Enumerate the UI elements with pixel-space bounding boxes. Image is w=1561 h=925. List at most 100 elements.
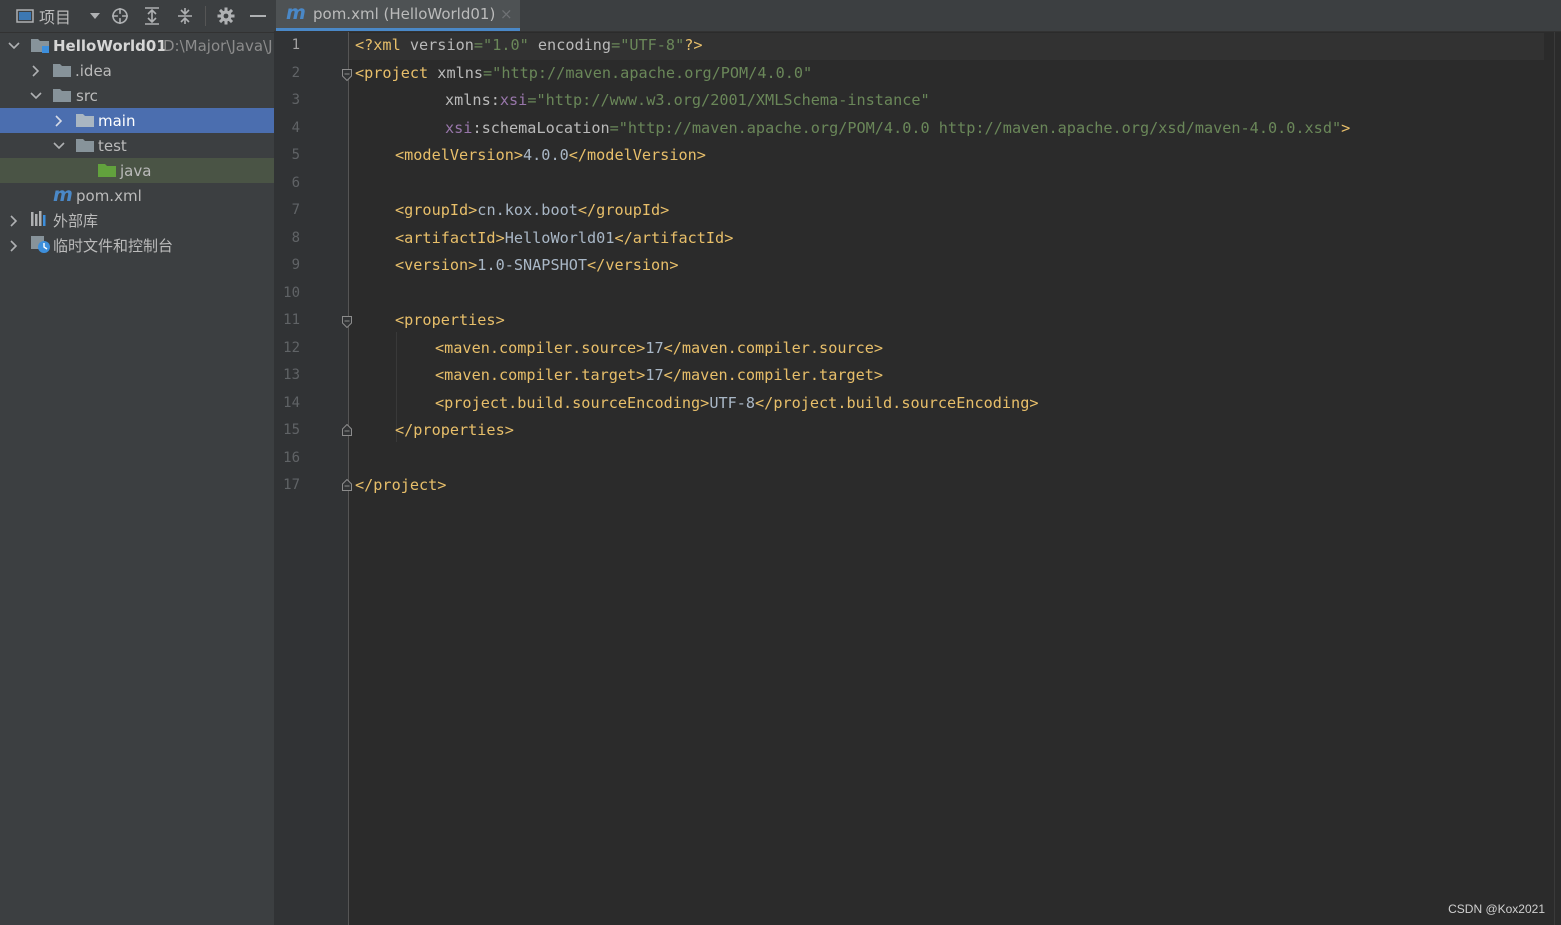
chevron-right-icon[interactable]	[8, 239, 20, 252]
gutter: 1 2 3 4 5 6 7 8 9 10 11 12 13 14 15 16 1…	[274, 32, 352, 925]
token: </version>	[587, 256, 679, 274]
tab-label: pom.xml (HelloWorld01)	[313, 5, 496, 23]
line-number: 1	[291, 37, 300, 53]
panel-title[interactable]: 项目	[39, 5, 71, 27]
fold-open-icon[interactable]	[342, 69, 352, 81]
token: </maven.compiler.source>	[663, 339, 884, 357]
token: 1.0-SNAPSHOT	[477, 256, 588, 274]
code-line-8: <artifactId>HelloWorld01</artifactId>	[395, 225, 733, 252]
token: "1.0"	[483, 36, 529, 54]
code-editor[interactable]: 1 2 3 4 5 6 7 8 9 10 11 12 13 14 15 16 1…	[274, 32, 1561, 925]
code-line-17: </project>	[355, 472, 446, 499]
folder-icon	[76, 137, 94, 153]
token: encoding	[528, 36, 612, 54]
tree-item-label: 临时文件和控制台	[53, 237, 174, 255]
tab-pom-xml[interactable]: m pom.xml (HelloWorld01) ×	[276, 0, 520, 31]
token: =	[483, 64, 493, 82]
project-view-icon[interactable]	[14, 5, 36, 27]
token: </maven.compiler.target>	[663, 366, 884, 384]
fold-end-icon[interactable]	[342, 424, 352, 436]
token: <groupId>	[395, 201, 478, 219]
vertical-scrollbar[interactable]	[1554, 32, 1555, 925]
code-line-13: <maven.compiler.target>17</maven.compile…	[435, 362, 883, 389]
token: <project.build.sourceEncoding>	[435, 394, 710, 412]
token: <version>	[395, 256, 478, 274]
tree-item-label: java	[120, 161, 152, 180]
tree-item-idea[interactable]: .idea	[0, 58, 274, 83]
locate-icon[interactable]	[110, 5, 130, 27]
chevron-right-icon[interactable]	[53, 114, 65, 127]
line-number: 8	[291, 230, 300, 246]
code-line-3: xmlns:xsi="http://www.w3.org/2001/XMLSch…	[445, 87, 930, 114]
dropdown-icon[interactable]	[87, 5, 103, 27]
module-folder-icon	[31, 37, 49, 53]
line-number: 11	[283, 312, 300, 328]
line-number: 15	[283, 422, 300, 438]
tree-item-project-root[interactable]: HelloWorld01 D:\Major\Java\J	[0, 33, 274, 58]
code-line-1: <?xml version="1.0" encoding="UTF-8"?>	[355, 32, 703, 59]
code-line-9: <version>1.0-SNAPSHOT</version>	[395, 252, 678, 279]
token: UTF-8	[709, 394, 756, 412]
token: >	[1341, 119, 1351, 137]
token: schemaLocation	[481, 119, 610, 137]
token: =	[609, 119, 619, 137]
token: <?xml	[355, 36, 410, 54]
token: <artifactId>	[395, 229, 505, 247]
chevron-right-icon[interactable]	[30, 64, 42, 77]
tree-item-label: test	[98, 136, 127, 155]
token: </properties>	[395, 421, 514, 439]
token: ?>	[684, 36, 703, 54]
code-line-5: <modelVersion>4.0.0</modelVersion>	[395, 142, 706, 169]
editor-tab-bar: m pom.xml (HelloWorld01) ×	[274, 0, 1561, 32]
tree-item-test[interactable]: test	[0, 133, 274, 158]
minimize-icon[interactable]	[249, 5, 267, 27]
token: version	[409, 36, 474, 54]
chevron-down-icon[interactable]	[8, 40, 20, 52]
tree-item-pom[interactable]: m pom.xml	[0, 183, 274, 208]
tree-item-java[interactable]: java	[0, 158, 274, 183]
chevron-right-icon[interactable]	[8, 214, 20, 227]
token: <properties>	[395, 311, 505, 329]
token: :	[472, 119, 482, 137]
svg-text:m: m	[53, 184, 73, 206]
tree-item-label: src	[76, 86, 98, 105]
line-number: 13	[283, 367, 300, 383]
tree-item-label: 外部库	[53, 212, 99, 230]
chevron-down-icon[interactable]	[30, 90, 42, 102]
collapse-all-icon[interactable]	[175, 5, 195, 27]
maven-icon: m	[286, 2, 306, 28]
tree-item-src[interactable]: src	[0, 83, 274, 108]
folder-icon	[53, 87, 71, 103]
token: xmlns	[437, 64, 484, 82]
tree-item-main[interactable]: main	[0, 108, 274, 133]
token: :	[490, 91, 500, 109]
token: </artifactId>	[614, 229, 734, 247]
tree-item-external-libraries[interactable]: 外部库	[0, 208, 274, 233]
token: =	[473, 36, 484, 54]
line-number: 5	[291, 147, 300, 163]
line-number: 14	[283, 395, 300, 411]
chevron-down-icon[interactable]	[53, 140, 65, 152]
watermark: CSDN @Kox2021	[1448, 902, 1545, 916]
tree-item-label: HelloWorld01	[53, 36, 167, 55]
token: "http://maven.apache.org/POM/4.0.0 http:…	[618, 119, 1342, 137]
token: "http://www.w3.org/2001/XMLSchema-instan…	[536, 91, 930, 109]
fold-open-icon[interactable]	[342, 316, 352, 328]
maven-icon: m	[53, 184, 73, 206]
folder-icon	[76, 112, 94, 128]
code-line-14: <project.build.sourceEncoding>UTF-8</pro…	[435, 390, 1038, 417]
fold-end-icon[interactable]	[342, 479, 352, 491]
close-icon[interactable]: ×	[500, 5, 513, 23]
tree-item-scratches[interactable]: 临时文件和控制台	[0, 233, 274, 258]
line-number: 10	[283, 285, 300, 301]
token: </modelVersion>	[568, 146, 706, 164]
expand-all-icon[interactable]	[142, 5, 162, 27]
token: 17	[645, 366, 664, 384]
gear-icon[interactable]	[216, 5, 236, 27]
svg-text:m: m	[286, 2, 306, 24]
line-number: 4	[291, 120, 300, 136]
scratches-icon	[31, 236, 51, 254]
toolbar-divider	[205, 6, 206, 26]
folder-icon	[53, 62, 71, 78]
token: <modelVersion>	[395, 146, 524, 164]
